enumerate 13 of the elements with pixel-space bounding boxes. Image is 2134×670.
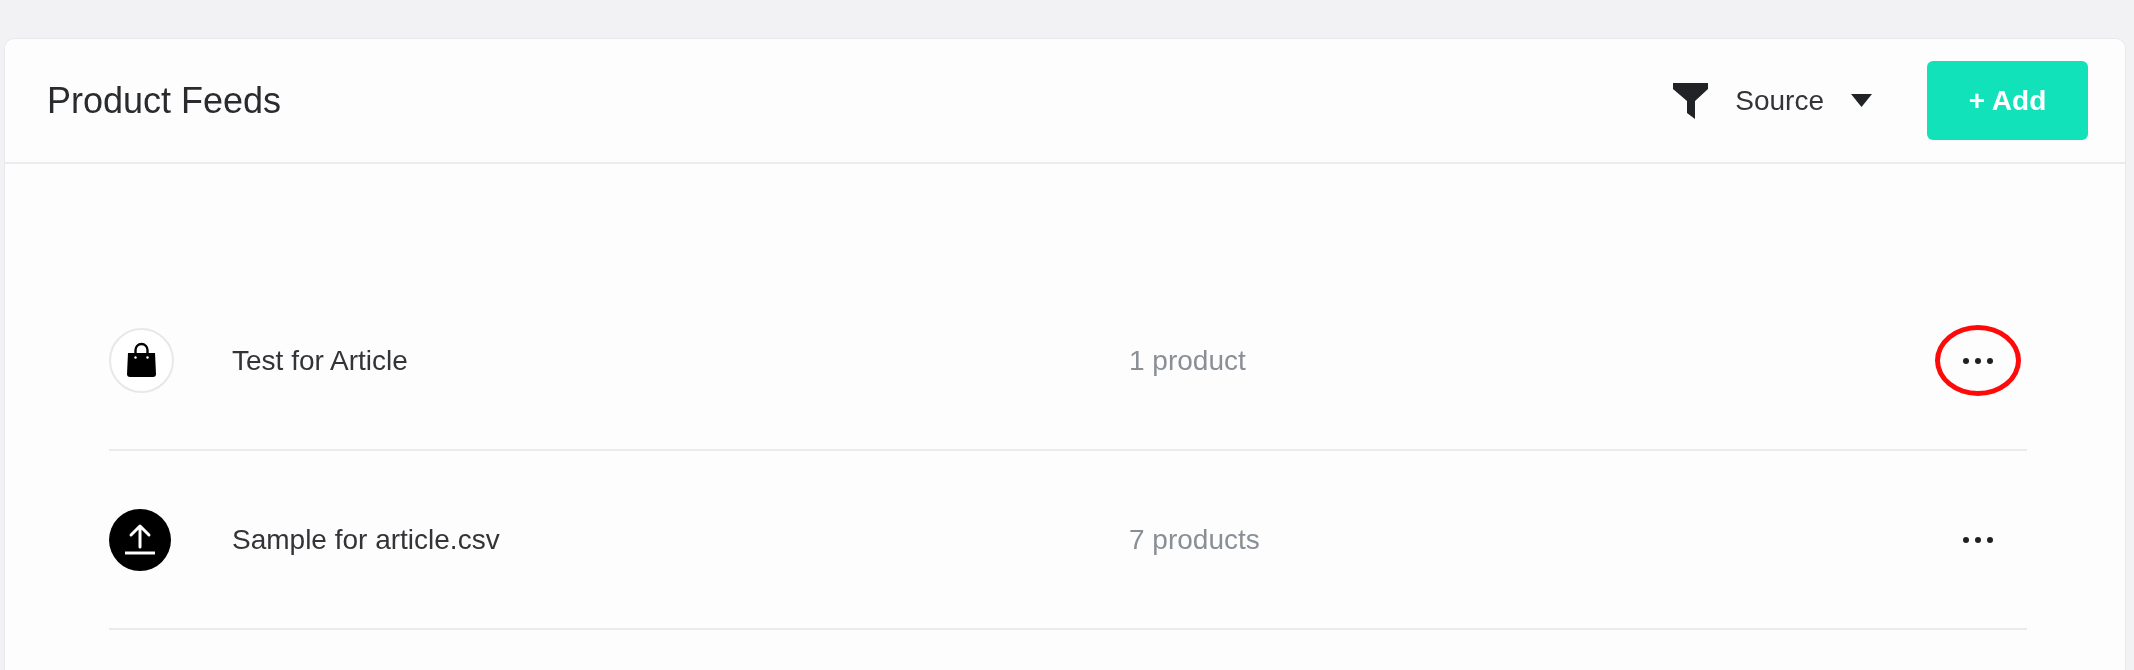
feed-name[interactable]: Sample for article.csv: [232, 523, 1129, 556]
shopping-bag-icon: [109, 328, 174, 393]
feed-name[interactable]: Test for Article: [232, 344, 1129, 377]
caret-icon: [1851, 94, 1872, 107]
more-icon: [1963, 536, 1993, 543]
product-count: 1 product: [1129, 344, 1247, 377]
page-title: Product Feeds: [47, 79, 283, 122]
circled-more-button[interactable]: [1935, 325, 2021, 396]
upload-icon: [109, 508, 171, 571]
more-icon: [1963, 357, 1993, 364]
product-count: 7 products: [1129, 523, 1261, 556]
source-filter[interactable]: Source: [1673, 82, 1872, 119]
filter-icon: [1673, 82, 1709, 119]
